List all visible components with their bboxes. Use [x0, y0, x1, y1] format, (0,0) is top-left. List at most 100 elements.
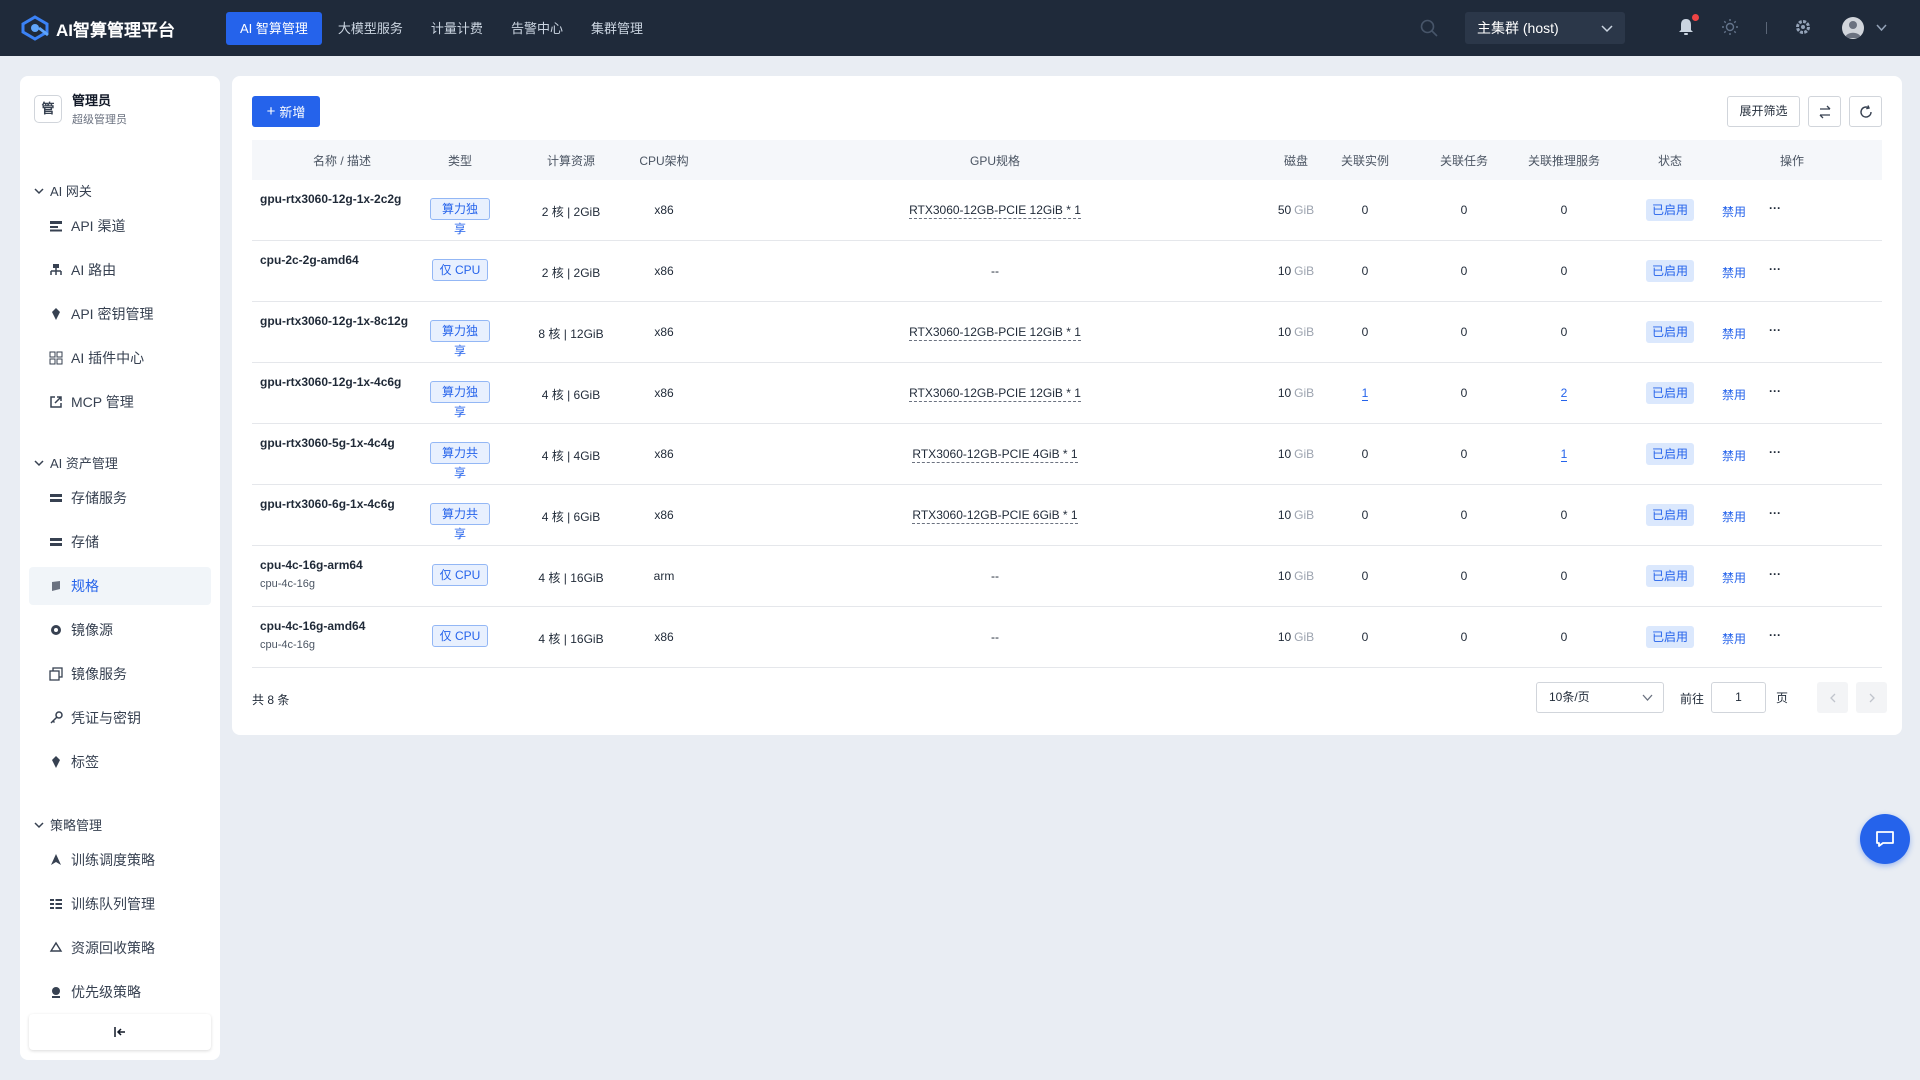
sidebar-item-storage[interactable]: 存储: [29, 523, 211, 561]
sidebar-item-label: 资源回收策略: [71, 940, 155, 956]
inference-count: 0: [1560, 264, 1568, 278]
more-actions-button[interactable]: ···: [1760, 628, 1790, 642]
sidebar-item-mcp[interactable]: MCP 管理: [29, 383, 211, 421]
disable-link[interactable]: 禁用: [1722, 632, 1746, 646]
more-dots-icon: ···: [1769, 567, 1781, 581]
col-header-type: 类型: [447, 153, 472, 168]
sidebar-item-credentials[interactable]: 凭证与密钥: [29, 699, 211, 737]
add-button[interactable]: + 新增: [252, 96, 320, 127]
sidebar-item-api-channel[interactable]: API 渠道: [29, 207, 211, 245]
instances-count: 0: [1361, 325, 1369, 339]
user-info: 管 管理员 超级管理员: [34, 90, 127, 127]
disable-link[interactable]: 禁用: [1722, 449, 1746, 463]
status-cell: 已启用: [1640, 626, 1700, 648]
theme-sun-icon[interactable]: [1721, 18, 1739, 36]
sidebar-item-plugin-center[interactable]: AI 插件中心: [29, 339, 211, 377]
more-actions-button[interactable]: ···: [1760, 384, 1790, 398]
sidebar-item-queue[interactable]: 训练队列管理: [29, 885, 211, 923]
disable-link[interactable]: 禁用: [1722, 266, 1746, 280]
disk-cell: 10 GiB: [1261, 630, 1331, 644]
goto-page-input[interactable]: 1: [1711, 682, 1766, 713]
topnav-llm-service[interactable]: 大模型服务: [324, 12, 417, 45]
sidebar-item-priority[interactable]: 优先级策略: [29, 973, 211, 1011]
chevron-down-icon[interactable]: [1876, 23, 1887, 32]
spec-name[interactable]: gpu-rtx3060-12g-1x-8c12g: [260, 314, 408, 328]
disk-cell: 10 GiB: [1261, 569, 1331, 583]
spec-name[interactable]: gpu-rtx3060-12g-1x-4c6g: [260, 375, 401, 389]
sidebar-collapse-button[interactable]: [29, 1014, 211, 1050]
sidebar-item-recycle[interactable]: 资源回收策略: [29, 929, 211, 967]
app-title: AI智算管理平台: [56, 20, 175, 40]
sidebar-item-label: API 渠道: [71, 218, 126, 234]
more-actions-button[interactable]: ···: [1760, 201, 1790, 215]
sidebar-item-spec[interactable]: 规格: [29, 567, 211, 605]
inference-count[interactable]: 2: [1560, 386, 1568, 401]
topnav-alerts[interactable]: 告警中心: [497, 12, 577, 45]
gpu-spec-value[interactable]: RTX3060-12GB-PCIE 6GiB * 1: [912, 508, 1078, 524]
inference-count[interactable]: 1: [1560, 447, 1568, 462]
more-actions-button[interactable]: ···: [1760, 323, 1790, 337]
brand[interactable]: AI智算管理平台: [20, 15, 206, 41]
sidebar-item-ai-route[interactable]: AI 路由: [29, 251, 211, 289]
type-tag: 算力共享: [430, 503, 490, 541]
gpu-cell: --: [795, 264, 1195, 278]
gpu-cell: RTX3060-12GB-PCIE 4GiB * 1: [795, 447, 1195, 463]
spec-name[interactable]: cpu-2c-2g-amd64: [260, 253, 359, 267]
chat-support-button[interactable]: [1860, 814, 1910, 864]
gpu-spec-value[interactable]: RTX3060-12GB-PCIE 12GiB * 1: [909, 203, 1081, 219]
disable-link[interactable]: 禁用: [1722, 510, 1746, 524]
type-cell: 仅 CPU: [430, 625, 490, 647]
page-size-select[interactable]: 10条/页: [1536, 682, 1664, 713]
cpu-arch-value: x86: [654, 386, 674, 400]
spec-name[interactable]: gpu-rtx3060-5g-1x-4c4g: [260, 436, 395, 450]
cluster-select[interactable]: 主集群 (host): [1465, 12, 1625, 44]
sidebar-item-tags[interactable]: 标签: [29, 743, 211, 781]
spec-name[interactable]: gpu-rtx3060-6g-1x-4c6g: [260, 497, 395, 511]
type-tag: 仅 CPU: [431, 259, 489, 281]
instances-count: 0: [1361, 447, 1369, 461]
next-page-button[interactable]: [1856, 682, 1887, 713]
status-badge: 已启用: [1645, 260, 1694, 282]
sidebar-item-image-source[interactable]: 镜像源: [29, 611, 211, 649]
search-icon[interactable]: [1419, 18, 1439, 38]
inference-count: 0: [1560, 569, 1568, 583]
avatar[interactable]: [1842, 17, 1864, 39]
spec-name[interactable]: cpu-4c-16g-amd64: [260, 619, 365, 633]
refresh-button[interactable]: [1849, 96, 1882, 127]
sidebar-group-ai-assets[interactable]: AI 资产管理: [34, 453, 118, 472]
expand-filter-button[interactable]: 展开筛选: [1727, 96, 1800, 127]
sidebar-item-storage-service[interactable]: 存储服务: [29, 479, 211, 517]
gear-icon[interactable]: [1794, 18, 1812, 36]
sidebar-item-image-service[interactable]: 镜像服务: [29, 655, 211, 693]
gpu-spec-value[interactable]: RTX3060-12GB-PCIE 12GiB * 1: [909, 325, 1081, 341]
spec-name[interactable]: cpu-4c-16g-arm64: [260, 558, 363, 572]
disable-link[interactable]: 禁用: [1722, 327, 1746, 341]
disable-link[interactable]: 禁用: [1722, 205, 1746, 219]
spec-name[interactable]: gpu-rtx3060-12g-1x-2c2g: [260, 192, 401, 206]
prev-page-button[interactable]: [1817, 682, 1848, 713]
column-settings-button[interactable]: [1808, 96, 1841, 127]
disable-link[interactable]: 禁用: [1722, 571, 1746, 585]
sidebar-item-schedule-policy[interactable]: 训练调度策略: [29, 841, 211, 879]
more-actions-button[interactable]: ···: [1760, 567, 1790, 581]
op-cell: 禁用: [1714, 264, 1754, 281]
more-actions-button[interactable]: ···: [1760, 506, 1790, 520]
gpu-spec-value[interactable]: RTX3060-12GB-PCIE 12GiB * 1: [909, 386, 1081, 402]
gpu-spec-value[interactable]: RTX3060-12GB-PCIE 4GiB * 1: [912, 447, 1078, 463]
disable-link[interactable]: 禁用: [1722, 388, 1746, 402]
sidebar-group-policy[interactable]: 策略管理: [34, 815, 102, 834]
disk-unit: GiB: [1294, 203, 1315, 217]
more-actions-button[interactable]: ···: [1760, 262, 1790, 276]
disk-cell: 10 GiB: [1261, 325, 1331, 339]
topnav-ai-compute[interactable]: AI 智算管理: [226, 11, 322, 45]
topnav-billing[interactable]: 计量计费: [417, 12, 497, 45]
sidebar-item-api-key[interactable]: API 密钥管理: [29, 295, 211, 333]
sidebar-group-ai-gateway[interactable]: AI 网关: [34, 181, 92, 200]
notification-dot: [1692, 14, 1699, 21]
table-row: cpu-2c-2g-amd64 仅 CPU 2 核 | 2GiB x86 -- 10 GiB…: [252, 241, 1882, 302]
instances-count[interactable]: 1: [1361, 386, 1369, 401]
instances-count: 0: [1361, 508, 1369, 522]
topnav-cluster[interactable]: 集群管理: [577, 12, 657, 45]
more-actions-button[interactable]: ···: [1760, 445, 1790, 459]
table-header: 名称 / 描述 类型 计算资源 CPU架构 GPU规格 磁盘 关联实例 关联任务…: [252, 140, 1882, 180]
